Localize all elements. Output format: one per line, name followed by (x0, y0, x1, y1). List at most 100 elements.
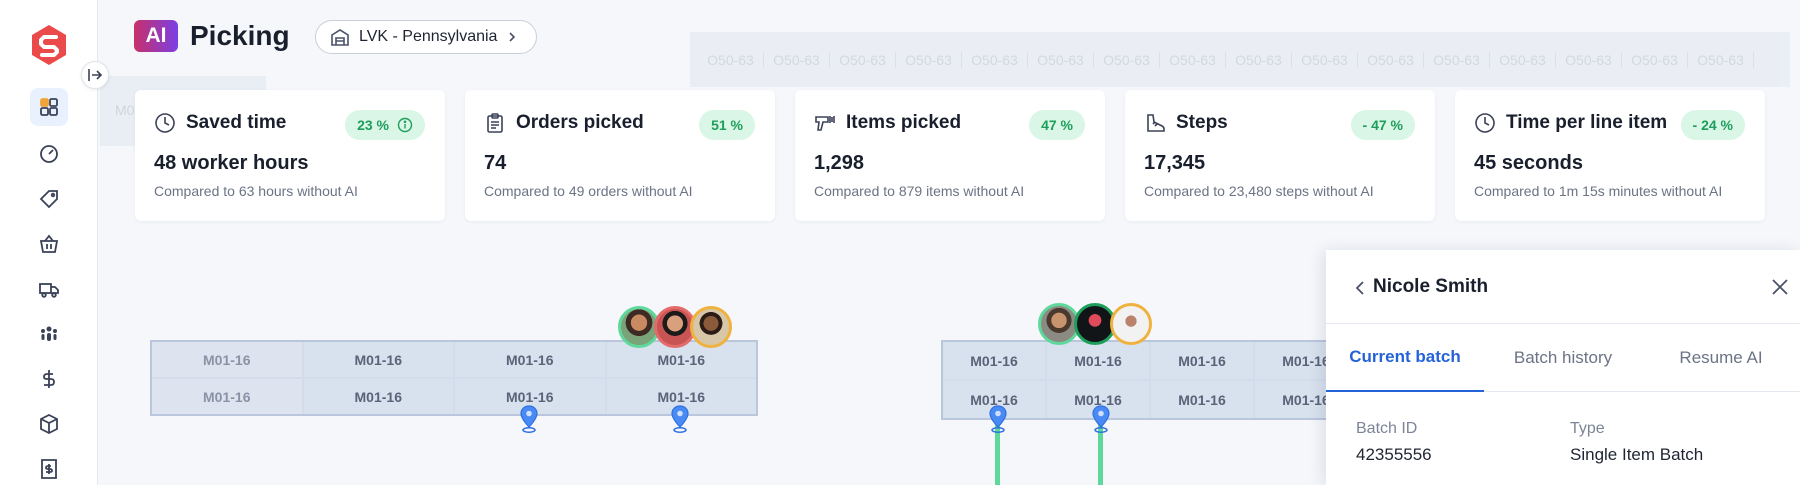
background-rack-cell: O50-63 (1292, 51, 1358, 68)
background-rack-cell: O50-63 (1556, 51, 1622, 68)
clock-icon (1475, 113, 1495, 133)
kpi-card-saved-time: Saved time 23 % 48 worker hours Compared… (135, 90, 445, 221)
picker-detail-panel: Nicole Smith Current batch Batch history… (1326, 250, 1800, 485)
rack-slot[interactable]: M01-16 (1151, 342, 1253, 379)
rack-left: M01-16 M01-16 M01-16 M01-16 M01-16 M01-1… (150, 340, 758, 416)
background-rack-cell: O50-63 (764, 51, 830, 68)
info-icon[interactable] (397, 117, 413, 133)
background-rack-cell: O50-63 (1094, 51, 1160, 68)
rack-slot[interactable]: M01-16 (1047, 342, 1149, 379)
background-rack-cell: O50-63 (1424, 51, 1490, 68)
sidebar-item-shipping[interactable] (30, 270, 68, 308)
ai-badge: AI (134, 20, 178, 52)
kpi-badge: 51 % (699, 110, 755, 140)
type-label: Type (1570, 420, 1605, 437)
kpi-badge: 47 % (1029, 110, 1085, 140)
kpi-value: 1,298 (814, 152, 865, 174)
location-pin-icon[interactable] (520, 405, 538, 433)
close-icon[interactable] (1768, 275, 1792, 299)
kpi-title: Items picked (846, 112, 962, 133)
kpi-badge: 23 % (345, 110, 425, 140)
background-rack-cell: O50-63 (1028, 51, 1094, 68)
sidebar-item-inventory[interactable] (30, 405, 68, 443)
dollar-icon (43, 370, 55, 388)
team-icon (41, 326, 57, 341)
type-value: Single Item Batch (1570, 445, 1704, 464)
rack-slot[interactable]: M01-16 (152, 379, 302, 414)
tab-batch-history[interactable]: Batch history (1484, 324, 1642, 392)
background-rack-label: M0 (115, 102, 135, 118)
kpi-card-time-per-line-item: Time per line item - 24 % 45 seconds Com… (1455, 90, 1765, 221)
app-logo-icon[interactable] (30, 24, 68, 66)
kpi-title: Time per line item (1506, 112, 1668, 133)
basket-icon (39, 234, 59, 253)
kpi-title: Saved time (186, 112, 287, 133)
gauge-icon (40, 145, 58, 163)
sidebar-item-team[interactable] (30, 315, 68, 353)
picker-avatar[interactable] (690, 306, 732, 348)
background-rack-grid: O50-63 O50-63 O50-63 O50-63 O50-63 O50-63 O50-… (690, 32, 1790, 87)
rack-slot[interactable]: M01-16 (152, 342, 302, 377)
truck-icon (39, 283, 59, 298)
kpi-subtitle: Compared to 23,480 steps without AI (1144, 183, 1374, 199)
rack-slot[interactable]: M01-16 (303, 379, 453, 414)
kpi-subtitle: Compared to 49 orders without AI (484, 183, 693, 199)
sidebar-collapse-button[interactable] (81, 61, 109, 89)
location-pin-icon[interactable] (1092, 405, 1110, 433)
sidebar-item-performance[interactable] (30, 135, 68, 173)
background-rack-cell: O50-63 (1490, 51, 1556, 68)
rack-slot[interactable]: M01-16 (606, 342, 756, 377)
dashboard-icon (40, 98, 58, 116)
clock-icon (155, 113, 175, 133)
rack-slot[interactable]: M01-16 (303, 342, 453, 377)
page-title: AI Picking (134, 20, 290, 52)
batch-id-label: Batch ID (1356, 420, 1418, 437)
panel-tabs: Current batch Batch history Resume AI (1326, 324, 1800, 392)
kpi-subtitle: Compared to 879 items without AI (814, 183, 1025, 199)
kpi-badge: - 47 % (1350, 110, 1415, 140)
rack-slot[interactable]: M01-16 (455, 342, 605, 377)
tag-icon (39, 190, 58, 209)
picker-name: Nicole Smith (1373, 276, 1489, 297)
kpi-subtitle: Compared to 1m 15s minutes without AI (1474, 183, 1723, 199)
kpi-badge: - 24 % (1680, 110, 1745, 140)
expand-arrow-icon (88, 69, 103, 81)
batch-id-value: 42355556 (1356, 445, 1432, 464)
background-rack-cell: O50-63 (1688, 51, 1754, 68)
kpi-value: 74 (484, 152, 507, 174)
scanner-icon (815, 116, 835, 131)
location-pin-icon[interactable] (989, 405, 1007, 433)
background-rack-cell: O50-63 (698, 51, 764, 68)
location-label: LVK - Pennsylvania (359, 28, 498, 45)
background-rack-cell: O50-63 (1358, 51, 1424, 68)
background-rack-cell: O50-63 (962, 51, 1028, 68)
kpi-title: Orders picked (516, 112, 644, 133)
chevron-left-icon[interactable] (1350, 277, 1372, 299)
kpi-title: Steps (1176, 112, 1228, 133)
sidebar-item-invoices[interactable] (30, 450, 68, 485)
page-title-text: Picking (190, 20, 290, 51)
sidebar-item-billing[interactable] (30, 360, 68, 398)
kpi-value: 45 seconds (1474, 152, 1583, 174)
tab-current-batch[interactable]: Current batch (1326, 324, 1484, 392)
rack-slot[interactable]: M01-16 (1151, 381, 1253, 418)
location-pin-icon[interactable] (671, 405, 689, 433)
shoe-icon (1147, 114, 1165, 132)
rack-slot[interactable]: M01-16 (943, 342, 1045, 379)
sidebar-item-tags[interactable] (30, 180, 68, 218)
picker-avatar[interactable] (1110, 303, 1152, 345)
warehouse-icon (331, 29, 349, 46)
background-rack-cell: O50-63 (1622, 51, 1688, 68)
kpi-value: 48 worker hours (154, 152, 309, 174)
tab-resume-ai[interactable]: Resume AI (1642, 324, 1800, 392)
kpi-subtitle: Compared to 63 hours without AI (154, 183, 358, 199)
chevron-right-icon (509, 32, 516, 42)
kpi-card-items-picked: Items picked 47 % 1,298 Compared to 879 … (795, 90, 1105, 221)
kpi-badge-text: 23 % (357, 117, 389, 133)
sidebar-item-orders[interactable] (30, 225, 68, 263)
clipboard-icon (487, 113, 503, 133)
kpi-card-orders-picked: Orders picked 51 % 74 Compared to 49 ord… (465, 90, 775, 221)
sidebar-item-dashboard[interactable] (30, 88, 68, 126)
location-selector[interactable]: LVK - Pennsylvania (315, 20, 538, 54)
kpi-value: 17,345 (1144, 152, 1206, 174)
